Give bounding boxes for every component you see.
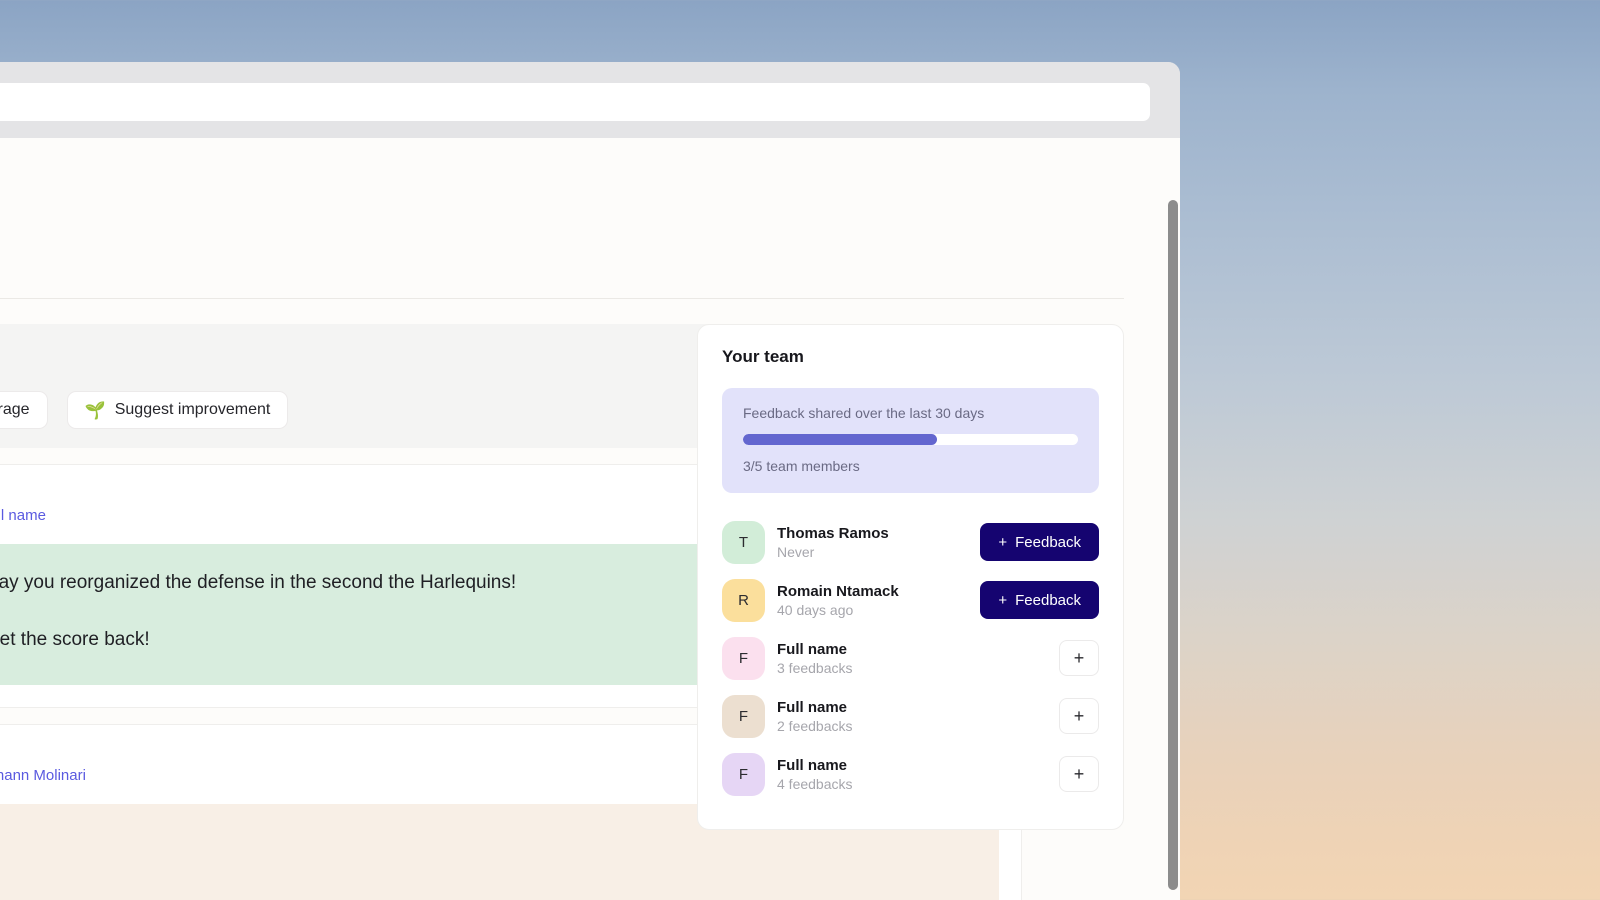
team-member-text: Thomas Ramos Never	[777, 525, 980, 560]
team-member-name: Thomas Ramos	[777, 524, 889, 542]
add-feedback-button[interactable]: +	[1059, 756, 1099, 792]
team-stats-count: 3/5 team members	[743, 458, 860, 474]
header-divider	[0, 298, 1124, 299]
give-feedback-button-label: Feedback	[1015, 533, 1081, 551]
team-member-meta: 40 days ago	[777, 601, 854, 618]
team-progress-bar	[743, 434, 1078, 445]
team-member-row[interactable]: F Full name 2 feedbacks +	[722, 687, 1099, 745]
plus-icon: +	[998, 533, 1008, 551]
team-member-text: Romain Ntamack 40 days ago	[777, 583, 980, 618]
avatar: R	[722, 578, 765, 622]
team-member-name: Full name	[777, 640, 848, 658]
team-stats-label: Feedback shared over the last 30 days	[743, 405, 985, 421]
team-member-text: Full name 2 feedbacks	[777, 699, 1059, 734]
encourage-button-label: Encourage	[0, 401, 30, 418]
team-member-row[interactable]: F Full name 4 feedbacks +	[722, 745, 1099, 803]
search-input[interactable]: s	[0, 83, 1150, 121]
suggest-improvement-button-label: Suggest improvement	[114, 401, 271, 418]
page-scrollbar-thumb[interactable]	[1168, 200, 1178, 890]
team-member-meta: 4 feedbacks	[777, 775, 853, 792]
team-column: Your team Feedback shared over the last …	[697, 324, 1124, 830]
page-surface: cks shared 💪 Encourage 🌱 Suggest improve…	[0, 138, 1180, 900]
app-window: s cks shared 💪 Encourage 🌱 Suggest impro…	[0, 62, 1180, 900]
add-feedback-button[interactable]: +	[1059, 640, 1099, 676]
plus-icon: +	[998, 591, 1008, 609]
suggest-improvement-button[interactable]: 🌱 Suggest improvement	[66, 391, 289, 429]
your-team-card: Your team Feedback shared over the last …	[697, 324, 1124, 830]
feedback-participant-link[interactable]: Johann Molinari	[0, 767, 86, 784]
window-chrome-bar: s	[0, 62, 1180, 138]
encourage-button[interactable]: 💪 Encourage	[0, 391, 48, 429]
team-member-name: Romain Ntamack	[777, 582, 899, 600]
team-member-list: T Thomas Ramos Never + Feedback R Romain Ntama…	[722, 513, 1099, 803]
team-member-meta: 2 feedbacks	[777, 717, 853, 734]
avatar: F	[722, 636, 765, 680]
team-member-meta: Never	[777, 543, 815, 560]
seedling-icon: 🌱	[84, 400, 106, 420]
team-member-row[interactable]: F Full name 3 feedbacks +	[722, 629, 1099, 687]
give-feedback-button[interactable]: + Feedback	[980, 581, 1099, 619]
add-feedback-button[interactable]: +	[1059, 698, 1099, 734]
your-team-title: Your team	[722, 347, 804, 366]
team-progress-fill	[743, 434, 938, 445]
avatar: F	[722, 694, 765, 738]
team-member-row[interactable]: T Thomas Ramos Never + Feedback	[722, 513, 1099, 571]
composer-action-chips: 💪 Encourage 🌱 Suggest improvement	[0, 391, 289, 429]
team-member-meta: 3 feedbacks	[777, 659, 853, 676]
avatar: F	[722, 752, 765, 796]
team-stats-panel: Feedback shared over the last 30 days 3/…	[722, 388, 1099, 493]
feedback-participant-link[interactable]: Full name	[0, 507, 46, 524]
give-feedback-button-label: Feedback	[1015, 591, 1081, 609]
team-member-row[interactable]: R Romain Ntamack 40 days ago + Feedback	[722, 571, 1099, 629]
team-member-text: Full name 3 feedbacks	[777, 641, 1059, 676]
team-member-name: Full name	[777, 756, 848, 774]
team-member-name: Full name	[777, 698, 848, 716]
give-feedback-button[interactable]: + Feedback	[980, 523, 1099, 561]
page-scrollbar[interactable]	[1166, 138, 1180, 900]
team-member-text: Full name 4 feedbacks	[777, 757, 1059, 792]
avatar: T	[722, 520, 765, 564]
